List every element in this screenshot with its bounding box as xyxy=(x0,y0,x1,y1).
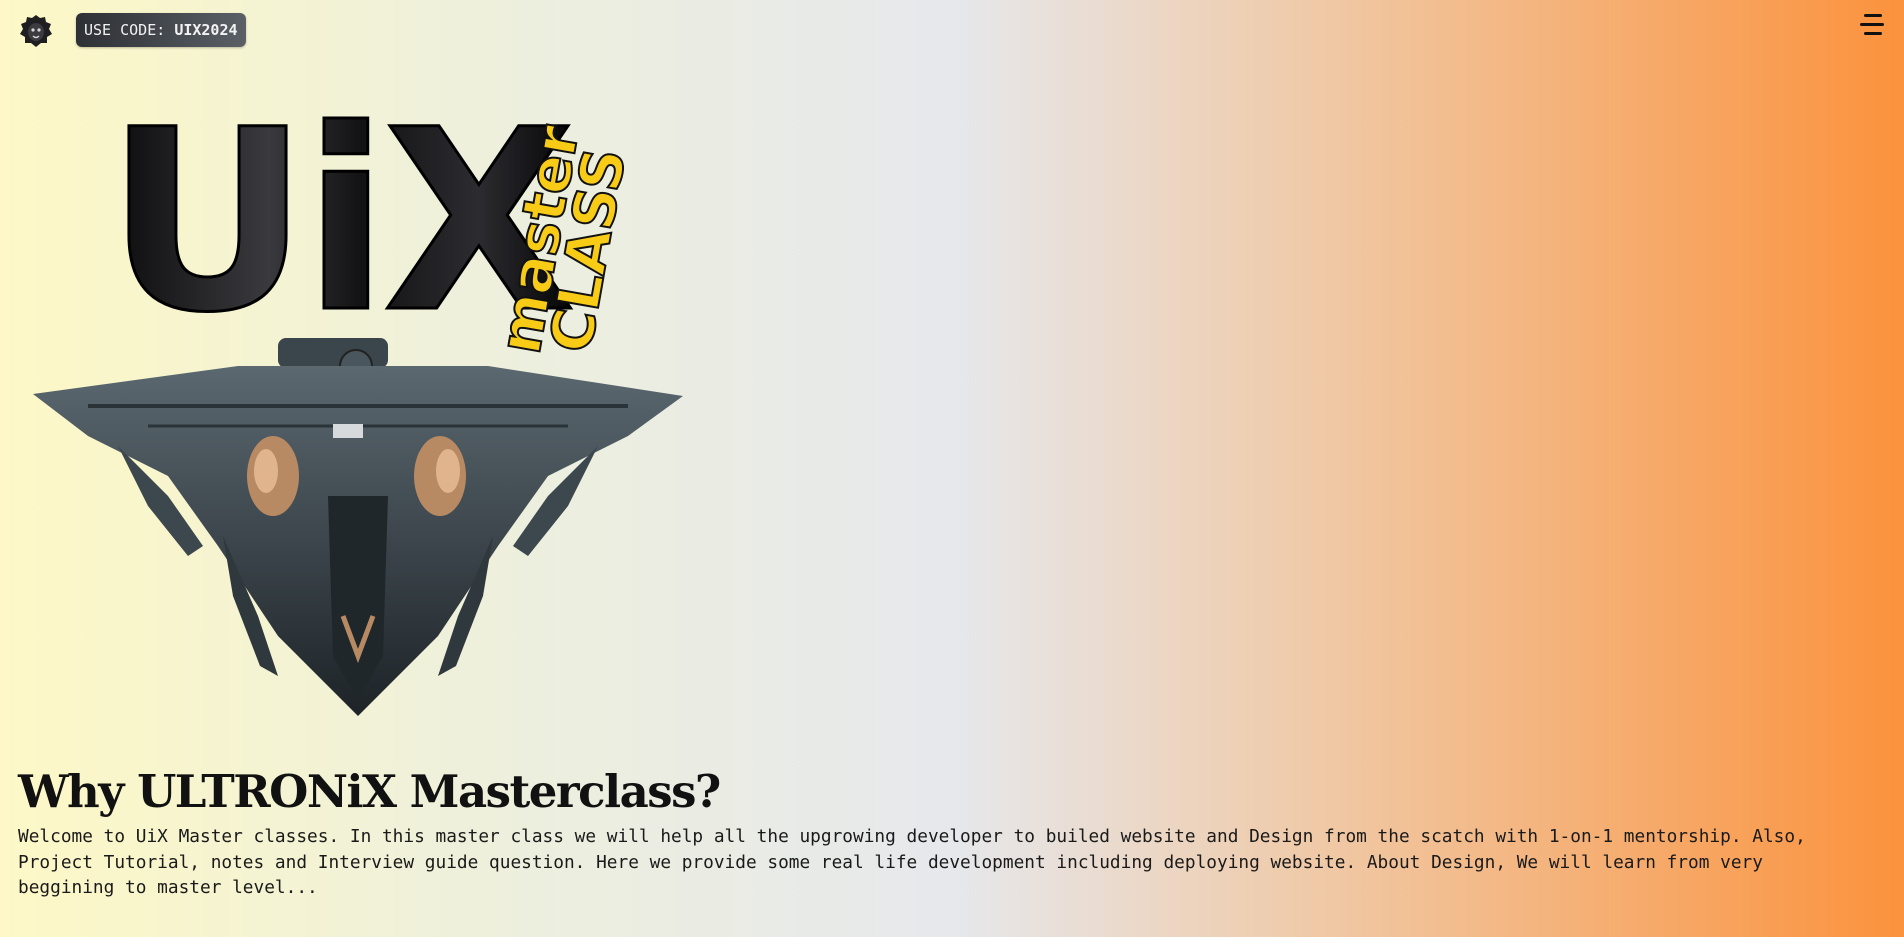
promo-code: UIX2024 xyxy=(174,21,238,39)
promo-code-badge: USE CODE: UIX2024 xyxy=(76,13,246,47)
section-heading: Why ULTRONiX Masterclass? xyxy=(18,765,721,818)
section-description: Welcome to UiX Master classes. In this m… xyxy=(18,826,1806,898)
hamburger-menu-icon[interactable] xyxy=(1858,13,1886,37)
lion-head-icon[interactable] xyxy=(20,14,52,48)
hero-illustration: UiX master CLASS xyxy=(28,75,688,716)
spaceship-illustration: UiX master CLASS xyxy=(33,75,683,716)
promo-prefix: USE CODE: xyxy=(84,21,175,39)
